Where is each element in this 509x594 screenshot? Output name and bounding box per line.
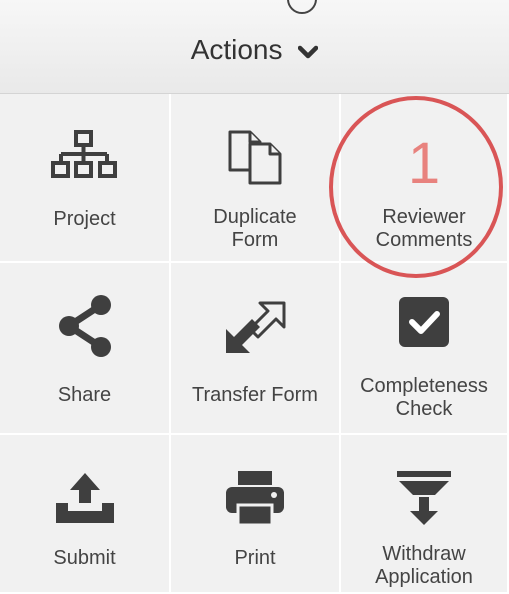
chevron-down-icon xyxy=(298,34,319,66)
reviewer-comments-count: 1 xyxy=(407,131,441,196)
withdraw-application-button[interactable]: Withdraw Application xyxy=(341,435,509,594)
reviewer-comments-label: Reviewer Comments xyxy=(375,206,473,251)
checkbox-icon xyxy=(341,295,507,349)
upload-icon xyxy=(0,473,169,525)
project-label: Project xyxy=(53,208,116,230)
duplicate-form-label: Duplicate Form xyxy=(213,206,297,251)
print-button[interactable]: Print xyxy=(171,435,341,594)
withdraw-application-label: Withdraw Application xyxy=(375,543,473,588)
project-button[interactable]: Project xyxy=(0,94,171,263)
completeness-check-button[interactable]: Completeness Check xyxy=(341,263,509,435)
actions-grid: Project Duplicate Form 1 Reviewer Commen… xyxy=(0,94,509,594)
duplicate-form-button[interactable]: Duplicate Form xyxy=(171,94,341,263)
print-label: Print xyxy=(234,547,276,569)
share-button[interactable]: Share xyxy=(0,263,171,435)
reviewer-comments-button[interactable]: 1 Reviewer Comments xyxy=(341,94,509,263)
transfer-form-label: Transfer Form xyxy=(192,384,318,406)
completeness-check-label: Completeness Check xyxy=(360,375,488,420)
withdraw-icon xyxy=(341,469,507,527)
duplicate-icon xyxy=(171,128,339,186)
actions-title-text: Actions xyxy=(190,34,283,65)
printer-icon xyxy=(171,469,339,527)
transfer-form-button[interactable]: Transfer Form xyxy=(171,263,341,435)
submit-label: Submit xyxy=(53,547,116,569)
share-icon xyxy=(0,293,169,359)
transfer-icon xyxy=(171,301,339,355)
share-label: Share xyxy=(57,384,112,406)
submit-button[interactable]: Submit xyxy=(0,435,171,594)
actions-header[interactable]: Actions xyxy=(0,0,509,94)
circle-icon xyxy=(287,0,317,14)
org-chart-icon xyxy=(0,130,169,180)
actions-title: Actions xyxy=(0,34,509,68)
